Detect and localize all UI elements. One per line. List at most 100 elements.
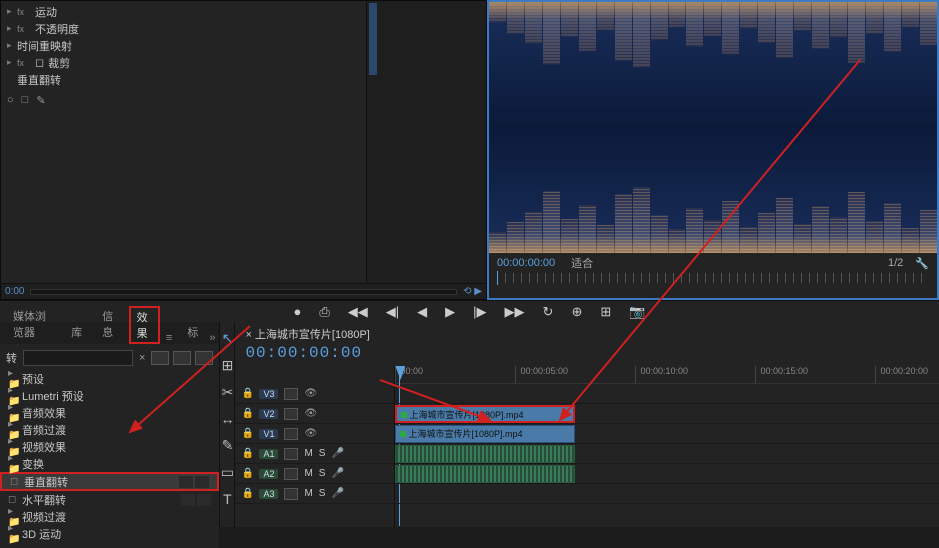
expand-arrow-icon[interactable]: ▸ — [7, 23, 17, 34]
track-tag[interactable]: V2 — [259, 409, 278, 419]
track-lane-a3[interactable] — [395, 484, 939, 504]
track-header-v3[interactable]: 🔒 V3 👁 — [235, 384, 394, 404]
effect-item[interactable]: ◻水平翻转 — [0, 491, 219, 508]
razor-tool[interactable]: ✂ — [222, 384, 234, 401]
step-back-button[interactable]: ◀| — [386, 304, 399, 319]
sync-lock-icon[interactable] — [284, 448, 298, 460]
effect-folder[interactable]: ▸ 📁视频效果 — [0, 438, 219, 455]
mic-icon[interactable]: 🎤 — [331, 488, 343, 499]
tab-media-browser[interactable]: 媒体浏览器 — [4, 304, 60, 344]
effect-folder[interactable]: ▸ 📁视频过渡 — [0, 508, 219, 525]
track-tag[interactable]: A3 — [259, 489, 278, 499]
preview-ruler[interactable] — [497, 273, 929, 283]
audio-clip[interactable] — [395, 445, 575, 463]
track-tag[interactable]: V3 — [259, 389, 278, 399]
fx-badge-icon[interactable] — [17, 6, 31, 18]
preview-timecode[interactable]: 00:00:00:00 — [497, 257, 555, 269]
lock-icon[interactable]: 🔒 — [241, 488, 253, 499]
tab-markers[interactable]: 标 — [178, 320, 207, 344]
effect-item[interactable]: ◻垂直翻转 — [0, 472, 219, 491]
track-header-a2[interactable]: 🔒 A2 MS 🎤 — [235, 464, 394, 484]
track-tag[interactable]: A2 — [259, 469, 278, 479]
eye-icon[interactable]: 👁 — [304, 428, 316, 439]
track-lane-v3[interactable] — [395, 384, 939, 404]
step-fwd-button[interactable]: |▶ — [473, 304, 486, 319]
lift-button[interactable]: ⊞ — [600, 304, 611, 319]
mute-button[interactable]: M — [304, 488, 312, 499]
tab-library[interactable]: 库 — [62, 320, 91, 344]
effect-folder[interactable]: ▸ 📁3D 运动 — [0, 525, 219, 542]
track-lane-v1[interactable]: 上海城市宣传片[1080P].mp4 — [395, 424, 939, 444]
tab-effects[interactable]: 效果 — [129, 306, 160, 344]
selection-tool[interactable]: ↖ — [222, 330, 234, 347]
filter-yuv-icon[interactable] — [195, 351, 213, 365]
eye-icon[interactable]: 👁 — [304, 388, 316, 399]
effect-folder[interactable]: ▸ 📁Lumetri 预设 — [0, 387, 219, 404]
fit-dropdown[interactable]: 适合 — [571, 255, 593, 271]
lock-icon[interactable]: 🔒 — [241, 408, 253, 419]
goto-in-button[interactable]: ◀◀ — [348, 304, 368, 319]
track-select-tool[interactable]: ⊞ — [222, 357, 234, 374]
track-header-v2[interactable]: 🔒 V2 👁 — [235, 404, 394, 424]
expand-arrow-icon[interactable]: ▸ — [7, 40, 17, 51]
fx-badge-icon[interactable] — [17, 57, 31, 69]
effects-search-input[interactable] — [23, 350, 133, 366]
goto-out-button[interactable]: ▶▶ — [505, 304, 525, 319]
mask-rect-icon[interactable]: □ — [22, 94, 29, 107]
wrench-icon[interactable]: 🔧 — [915, 257, 929, 270]
track-lane-a1[interactable] — [395, 444, 939, 464]
track-header-a1[interactable]: 🔒 A1 MS 🎤 — [235, 444, 394, 464]
track-header-a3[interactable]: 🔒A3MS🎤 — [235, 484, 394, 504]
play-button[interactable]: ▶ — [445, 304, 455, 319]
expand-arrow-icon[interactable]: ▸ — [7, 6, 17, 17]
lock-icon[interactable]: 🔒 — [241, 468, 253, 479]
slip-tool[interactable]: ↔ — [220, 411, 234, 427]
eye-icon[interactable]: 👁 — [304, 408, 316, 419]
solo-button[interactable]: S — [319, 468, 326, 479]
mute-button[interactable]: M — [304, 448, 312, 459]
pen-tool[interactable]: ✎ — [222, 437, 234, 454]
audio-clip[interactable] — [395, 465, 575, 483]
track-lane-v2[interactable]: 上海城市宣传片[1080P].mp4 — [395, 404, 939, 424]
sync-lock-icon[interactable] — [284, 428, 298, 440]
export-frame-button[interactable]: 📷 — [629, 304, 645, 319]
sync-lock-icon[interactable] — [284, 488, 298, 500]
ec-scrollbar[interactable] — [30, 289, 457, 295]
mark-out-button[interactable]: ⎙ — [319, 304, 329, 319]
lock-icon[interactable]: 🔒 — [241, 448, 253, 459]
solo-button[interactable]: S — [319, 448, 326, 459]
mic-icon[interactable]: 🎤 — [331, 468, 343, 479]
timeline-ruler[interactable]: 00:0000:00:05:0000:00:10:0000:00:15:0000… — [395, 366, 939, 384]
sync-lock-icon[interactable] — [284, 468, 298, 480]
video-preview[interactable] — [489, 2, 937, 253]
clear-search-icon[interactable]: × — [139, 352, 145, 364]
effect-folder[interactable]: ▸ 📁音频过渡 — [0, 421, 219, 438]
mask-circle-icon[interactable]: ○ — [7, 94, 14, 107]
rectangle-tool[interactable]: ▭ — [221, 464, 234, 481]
lock-icon[interactable]: 🔒 — [241, 428, 253, 439]
filter-accel-icon[interactable] — [151, 351, 169, 365]
expand-arrow-icon[interactable]: ▸ — [7, 57, 17, 68]
mark-in-button[interactable]: ● — [294, 304, 302, 319]
timeline-timecode[interactable]: 00:00:00:00 — [245, 344, 939, 362]
filter-32bit-icon[interactable] — [173, 351, 191, 365]
ec-zoom-icon[interactable]: ⟲ ▶ — [463, 286, 482, 297]
track-header-v1[interactable]: 🔒 V1 👁 — [235, 424, 394, 444]
track-tag[interactable]: A1 — [259, 449, 278, 459]
fx-badge-icon[interactable] — [17, 23, 31, 35]
mute-button[interactable]: M — [304, 468, 312, 479]
sequence-title[interactable]: × 上海城市宣传片[1080P] — [245, 326, 939, 342]
effect-folder[interactable]: ▸ 📁音频效果 — [0, 404, 219, 421]
play-rev-button[interactable]: ◀ — [417, 304, 427, 319]
timeline-clip[interactable]: 上海城市宣传片[1080P].mp4 — [395, 425, 575, 443]
effect-folder[interactable]: ▸ 📁预设 — [0, 370, 219, 387]
track-tag[interactable]: V1 — [259, 429, 278, 439]
mask-pen-icon[interactable]: ✎ — [36, 94, 45, 107]
sync-lock-icon[interactable] — [284, 388, 298, 400]
loop-button[interactable]: ↻ — [543, 304, 554, 319]
lock-icon[interactable]: 🔒 — [241, 388, 253, 399]
mic-icon[interactable]: 🎤 — [331, 448, 343, 459]
tab-info[interactable]: 信息 — [93, 304, 126, 344]
effect-folder[interactable]: ▸ 📁变换 — [0, 455, 219, 472]
add-marker-button[interactable]: ⊕ — [571, 304, 582, 319]
